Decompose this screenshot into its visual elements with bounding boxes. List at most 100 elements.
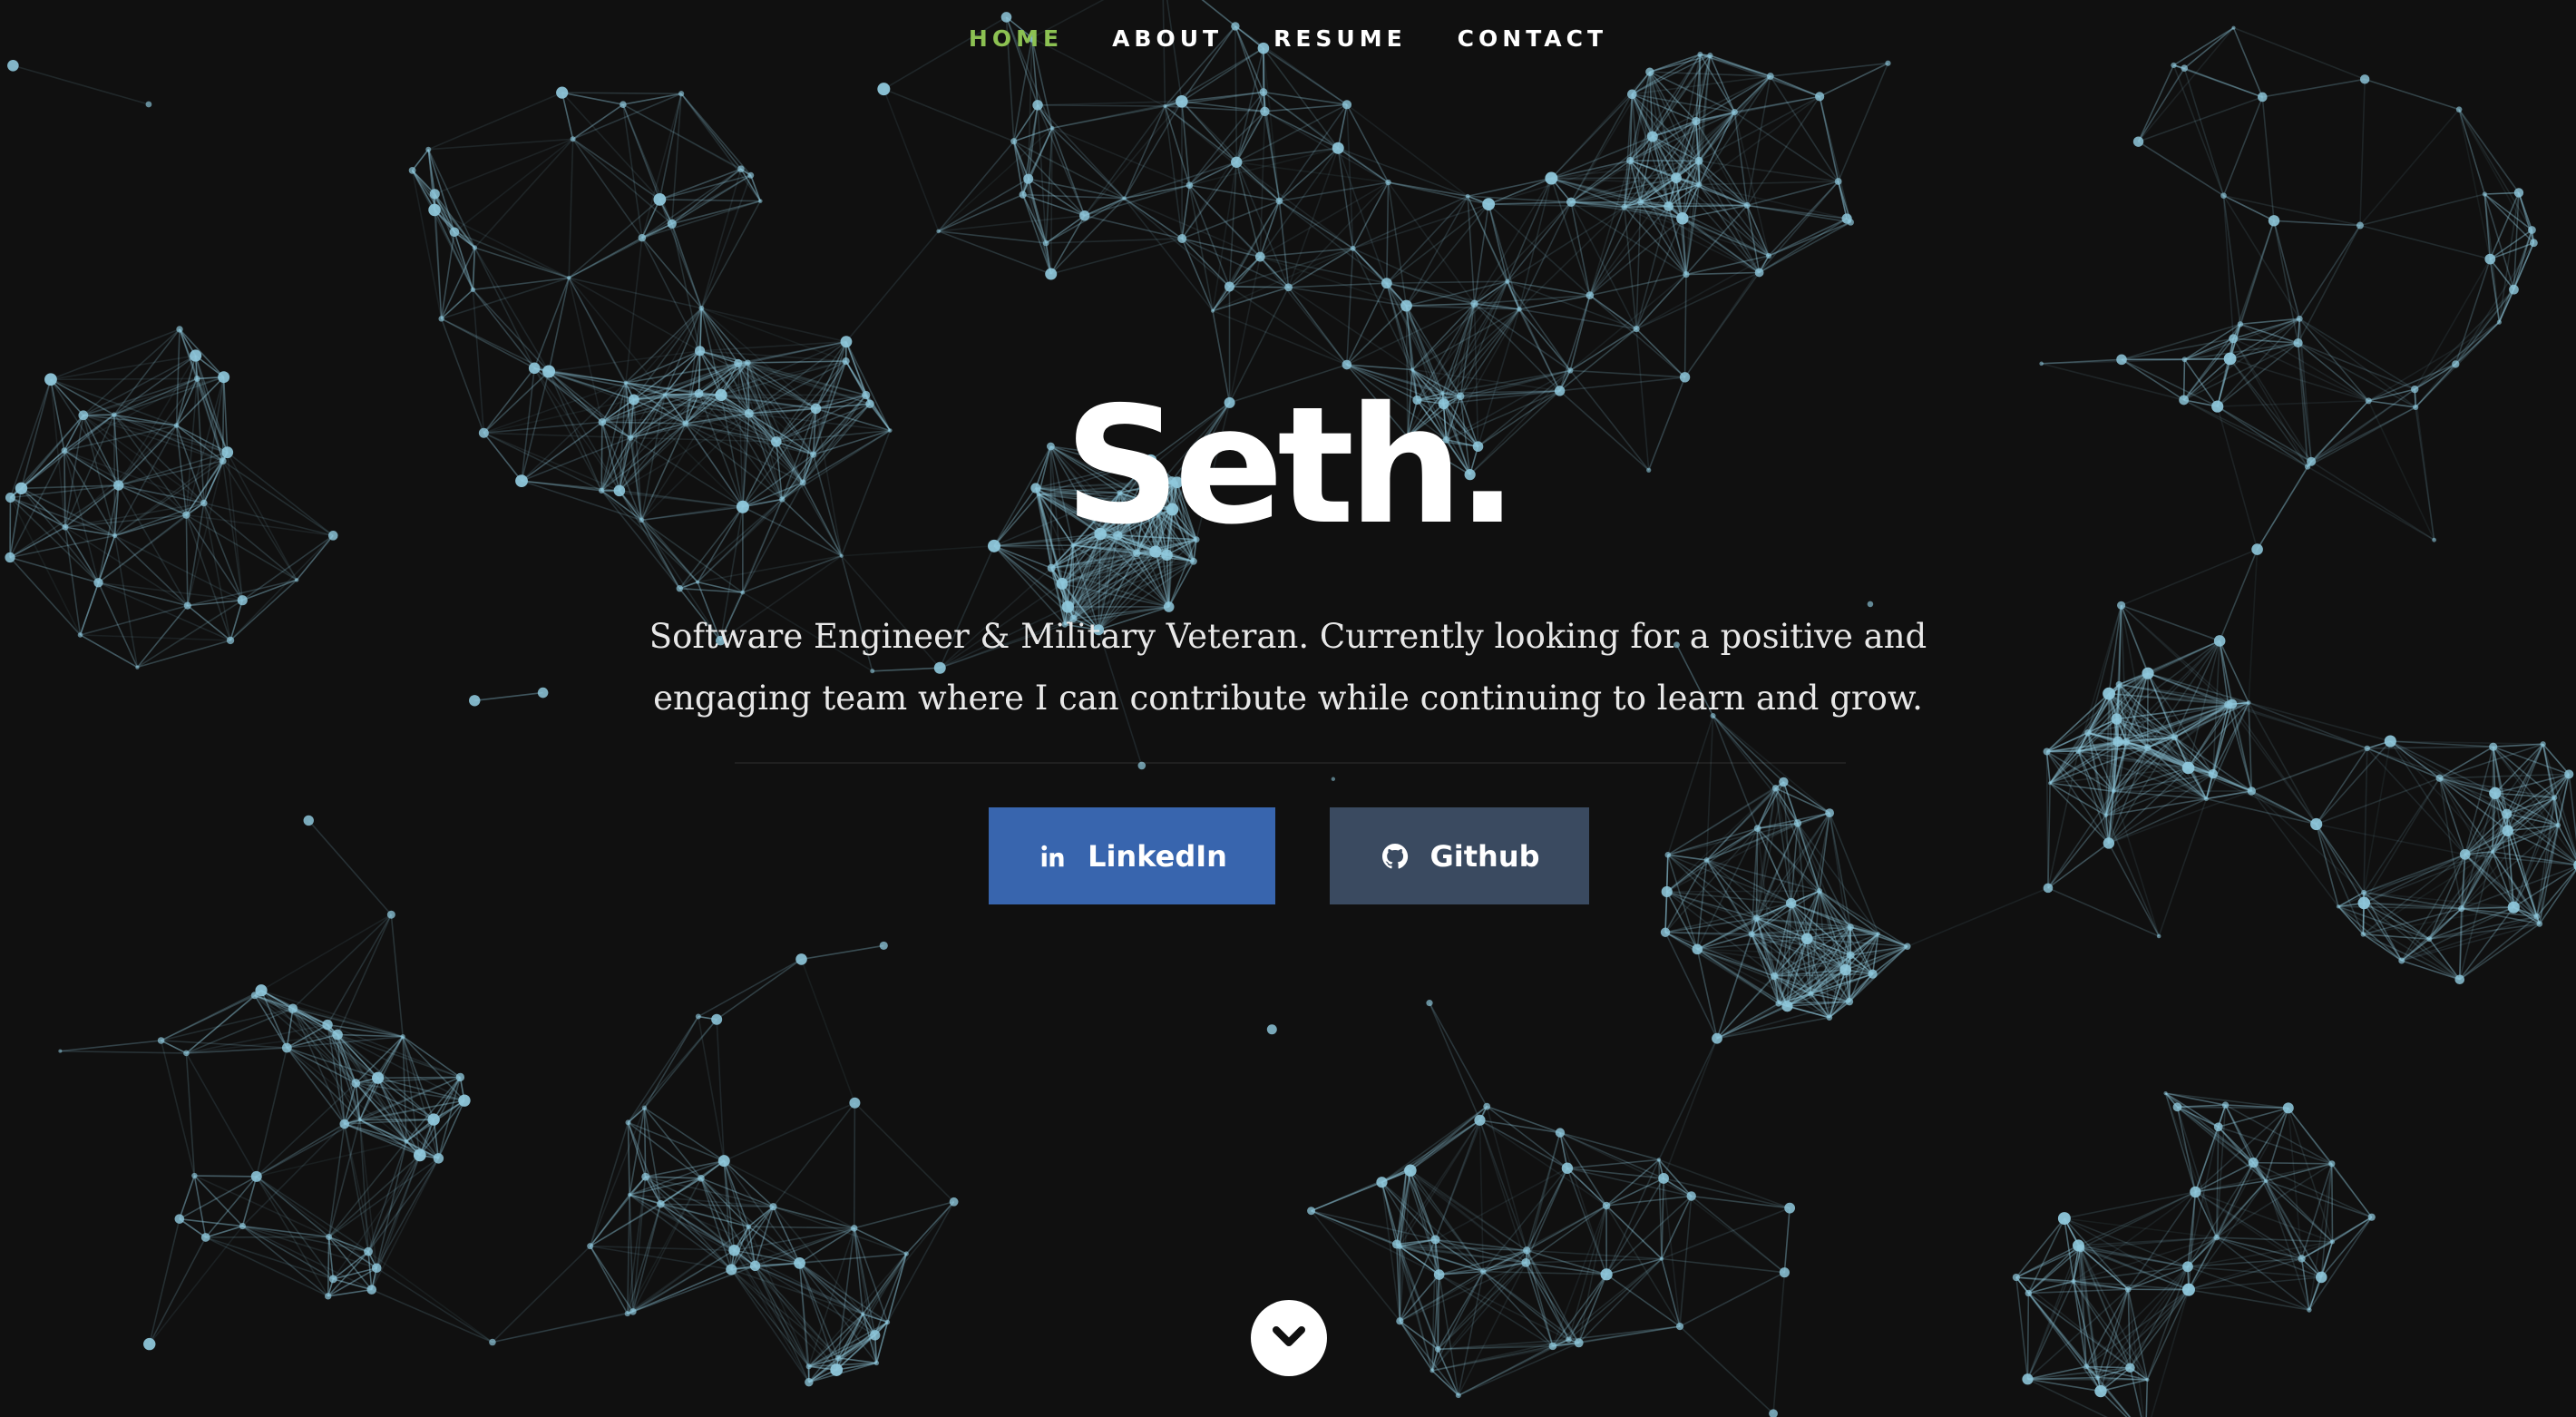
network-node bbox=[849, 1097, 861, 1109]
network-node bbox=[1600, 1268, 1613, 1281]
network-line bbox=[2359, 79, 2366, 226]
network-line bbox=[137, 640, 231, 669]
network-node bbox=[250, 992, 259, 1000]
network-node bbox=[834, 1354, 842, 1362]
network-line bbox=[1710, 54, 1771, 77]
network-line bbox=[2248, 701, 2368, 749]
network-line bbox=[2138, 141, 2224, 197]
github-button[interactable]: Github bbox=[1330, 807, 1589, 904]
scroll-down-button[interactable] bbox=[1251, 1300, 1327, 1376]
network-line bbox=[2429, 923, 2540, 940]
network-node bbox=[542, 365, 556, 378]
network-node bbox=[851, 1225, 858, 1232]
network-node bbox=[1567, 367, 1574, 374]
network-line bbox=[568, 237, 643, 279]
network-node bbox=[357, 1118, 362, 1122]
network-node bbox=[1019, 191, 1027, 199]
network-node bbox=[627, 1192, 632, 1197]
network-line bbox=[2363, 740, 2392, 893]
network-line bbox=[492, 1313, 628, 1344]
network-node bbox=[2237, 321, 2244, 327]
network-line bbox=[1589, 206, 1625, 296]
network-node bbox=[174, 1214, 185, 1224]
network-line bbox=[2250, 790, 2365, 894]
nav-contact-link[interactable]: CONTACT bbox=[1458, 25, 1607, 52]
network-node bbox=[1176, 94, 1188, 108]
network-line bbox=[2366, 748, 2496, 795]
network-line bbox=[1518, 206, 1625, 310]
network-node bbox=[1275, 197, 1283, 205]
network-node bbox=[2455, 106, 2463, 112]
network-node bbox=[698, 305, 705, 311]
network-node bbox=[2564, 769, 2574, 779]
network-node bbox=[1781, 1001, 1793, 1012]
network-line bbox=[2484, 191, 2519, 195]
network-line bbox=[2359, 224, 2491, 260]
network-node bbox=[1480, 1268, 1487, 1275]
network-line bbox=[1665, 855, 1669, 893]
network-node bbox=[1426, 1000, 1433, 1007]
network-node bbox=[1793, 819, 1802, 827]
network-line bbox=[659, 199, 761, 202]
network-node bbox=[1224, 281, 1234, 292]
network-line bbox=[641, 237, 702, 309]
network-node bbox=[657, 1199, 665, 1208]
network-node bbox=[2398, 957, 2405, 964]
network-line bbox=[1665, 931, 1752, 935]
network-node bbox=[2484, 253, 2496, 265]
network-line bbox=[1661, 1207, 1791, 1260]
network-node bbox=[2117, 601, 2126, 610]
nav-about-link[interactable]: ABOUT bbox=[1112, 25, 1223, 52]
network-node bbox=[143, 1337, 156, 1351]
nav-resume-link[interactable]: RESUME bbox=[1273, 25, 1407, 52]
network-line bbox=[474, 247, 570, 279]
network-node bbox=[7, 59, 19, 72]
network-line bbox=[1164, 105, 1237, 163]
network-node bbox=[1177, 233, 1187, 243]
network-node bbox=[413, 1148, 426, 1162]
network-line bbox=[1566, 1167, 1664, 1179]
network-node bbox=[2315, 1271, 2327, 1284]
network-line bbox=[2064, 1191, 2196, 1219]
network-line bbox=[13, 64, 150, 105]
network-node bbox=[44, 373, 57, 386]
network-line bbox=[2120, 605, 2149, 674]
network-line bbox=[571, 138, 643, 239]
network-line bbox=[1124, 198, 1230, 288]
nav-home-link[interactable]: HOME bbox=[969, 25, 1063, 52]
network-node bbox=[2143, 744, 2152, 752]
network-line bbox=[1045, 198, 1125, 244]
network-node bbox=[641, 1105, 648, 1110]
network-node bbox=[1676, 212, 1689, 225]
network-line bbox=[97, 581, 139, 668]
network-node bbox=[404, 1138, 409, 1144]
network-line bbox=[1819, 96, 1839, 182]
network-line bbox=[80, 604, 189, 636]
network-line bbox=[2248, 549, 2259, 703]
network-node bbox=[1748, 931, 1755, 938]
network-line bbox=[641, 174, 752, 239]
network-node bbox=[2103, 813, 2109, 818]
network-node bbox=[625, 1119, 631, 1126]
network-node bbox=[2182, 1261, 2193, 1273]
network-node bbox=[1284, 283, 1293, 292]
network-line bbox=[2298, 342, 2415, 390]
network-node bbox=[641, 1172, 650, 1181]
network-line bbox=[2364, 78, 2460, 111]
network-node bbox=[1210, 308, 1215, 313]
network-line bbox=[1605, 1274, 1681, 1327]
network-line bbox=[2401, 960, 2461, 981]
network-line bbox=[2366, 748, 2466, 855]
network-node bbox=[629, 1308, 637, 1315]
linkedin-button[interactable]: LinkedIn bbox=[989, 807, 1275, 904]
network-line bbox=[1783, 1207, 1791, 1273]
network-node bbox=[2084, 729, 2092, 737]
network-node bbox=[1707, 53, 1713, 59]
network-line bbox=[533, 277, 570, 369]
network-line bbox=[1229, 286, 1289, 288]
network-node bbox=[1841, 213, 1852, 224]
network-line bbox=[2216, 1236, 2322, 1278]
network-line bbox=[883, 88, 1015, 142]
network-node bbox=[1186, 181, 1194, 189]
network-line bbox=[1759, 221, 1851, 274]
